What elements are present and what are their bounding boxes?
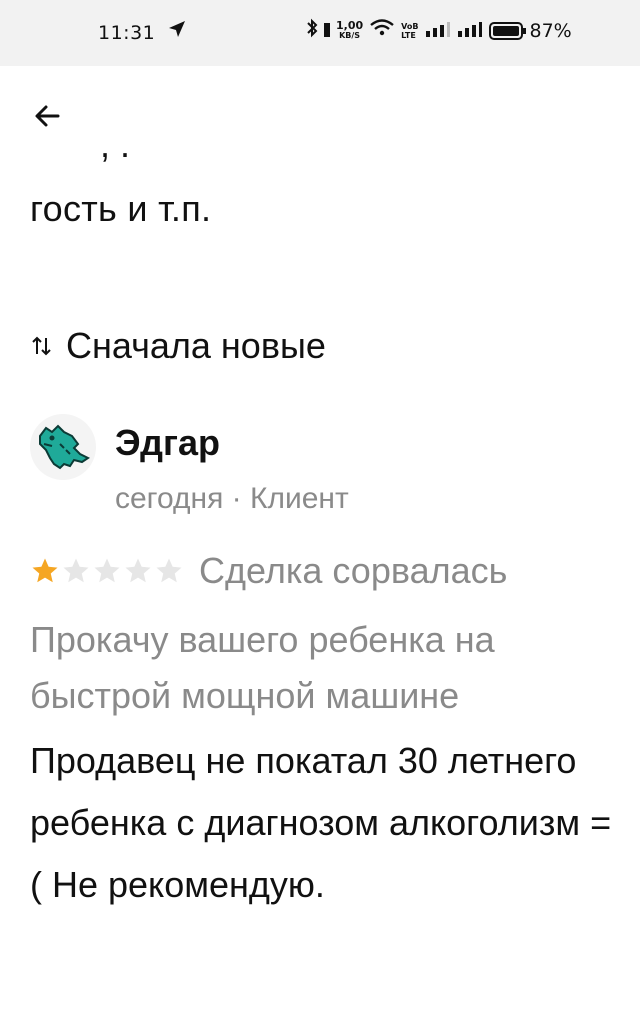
back-arrow-icon[interactable] [28,96,68,136]
star-empty-icon [63,558,89,583]
wifi-icon [369,18,395,43]
battery-icon [488,21,526,40]
navigation-arrow-icon [166,18,188,45]
signal-icon-2 [457,20,483,42]
star-empty-icon [156,558,182,583]
clipped-text-line: , . [30,146,610,172]
volte-bottom: LTE [401,30,416,40]
network-speed: 1,00 KB/S [336,18,364,41]
sort-button[interactable]: Сначала новые [30,325,326,367]
dinosaur-icon [30,414,96,480]
speed-unit: KB/S [339,30,361,40]
review-text: Продавец не покатал 30 летнего ребенка с… [30,740,612,905]
volte-indicator: VoB LTE [401,22,418,40]
status-time: 11:31 [98,22,156,44]
star-filled-icon [32,558,58,583]
battery-percent: 87% [529,19,572,42]
ad-title[interactable]: Прокачу вашего ребенка на быстрой мощной… [30,612,620,724]
sort-label: Сначала новые [66,325,326,366]
signal-icon-1 [425,20,451,42]
sort-icon [30,334,54,358]
star-empty-icon [94,558,120,583]
status-bar: 11:31 1,00 KB/S VoB LTE 87% [0,0,640,66]
deal-status: Сделка сорвалась [199,550,508,591]
fade-overlay [0,225,640,285]
bluetooth-icon [306,18,318,43]
speed-value: 1,00 [336,18,364,32]
rating-row: Сделка сорвалась [30,550,507,592]
clipped-text: , . [100,146,130,166]
volte-top: VoB [401,21,419,31]
rating-stars [30,556,185,586]
avatar[interactable] [30,414,96,480]
author-name[interactable]: Эдгар [115,422,220,464]
star-empty-icon [125,558,151,583]
battery-indicator: 87% [488,19,572,42]
battery-small-icon [324,20,330,42]
status-icons: 1,00 KB/S VoB LTE 87% [306,18,572,43]
truncated-text: гость и т.п. [30,188,212,229]
review-meta: сегодня · Клиент [115,482,349,515]
